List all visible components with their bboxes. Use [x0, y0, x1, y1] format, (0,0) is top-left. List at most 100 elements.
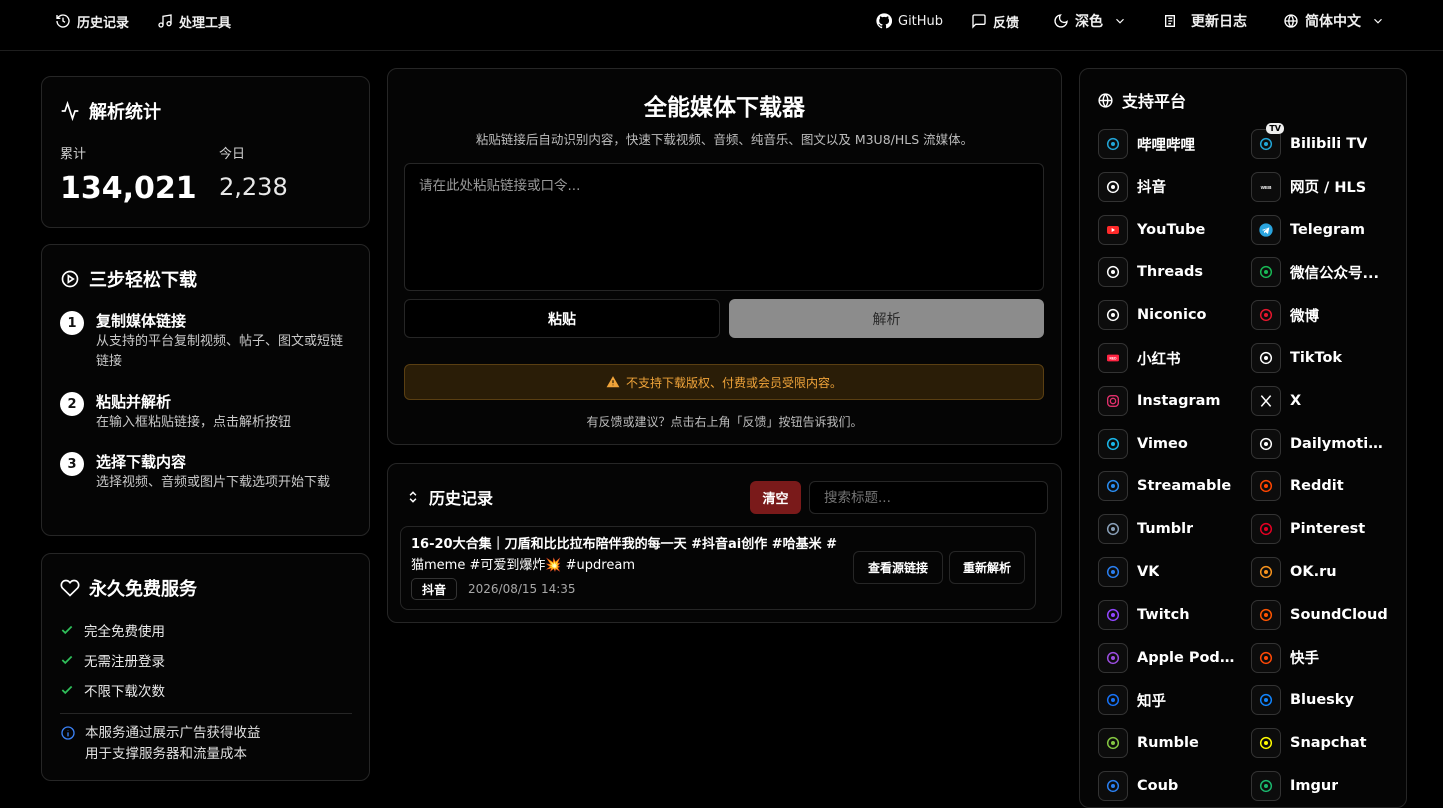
platform-name: X: [1290, 392, 1302, 409]
platform-item: 哔哩哔哩: [1098, 129, 1238, 159]
platform-icon-box: [1251, 728, 1281, 759]
platform-icon-box: [1251, 300, 1281, 331]
niconico-icon: [1106, 309, 1120, 322]
nav-tools[interactable]: 处理工具: [157, 11, 231, 31]
step-title: 复制媒体链接: [96, 312, 187, 330]
free-item-label: 完全免费使用: [84, 624, 165, 640]
nav-theme-label: 深色: [1075, 14, 1103, 30]
platform-name: Bluesky: [1290, 692, 1354, 709]
nav-history[interactable]: 历史记录: [55, 11, 129, 31]
globe-icon: [1098, 92, 1113, 108]
platform-item: 抖音: [1098, 171, 1238, 202]
web-icon: WEB: [1261, 185, 1273, 190]
platform-icon-box: [1098, 557, 1128, 587]
changelog-icon: [1165, 15, 1175, 27]
moon-icon: [1054, 14, 1068, 28]
platform-icon-box: [1251, 257, 1281, 288]
platform-item: Apple Podc...: [1098, 642, 1238, 673]
platform-name: Instagram: [1137, 392, 1221, 409]
step-number: 2: [60, 392, 84, 416]
platform-icon-box: [1098, 257, 1128, 288]
downloader-card: 全能媒体下载器 粘贴链接后自动识别内容，快速下载视频、音频、纯音乐、图文以及 M…: [387, 68, 1062, 445]
platform-icon-box: [1098, 300, 1128, 331]
link-input[interactable]: [404, 163, 1044, 291]
dailymotion-icon: [1259, 437, 1273, 450]
platform-name: VK: [1137, 564, 1160, 580]
platform-icon-box: [1251, 428, 1281, 459]
history-header-toggle[interactable]: 历史记录: [406, 485, 493, 509]
nav-tools-label: 处理工具: [179, 15, 232, 31]
nav-github[interactable]: GitHub: [876, 11, 943, 31]
platform-item: SoundCloud: [1251, 599, 1391, 630]
rumble-icon: [1106, 737, 1120, 750]
nav-theme-toggle[interactable]: 深色: [1053, 11, 1127, 31]
platform-name: Vimeo: [1137, 435, 1188, 452]
platform-name: Dailymotion: [1290, 435, 1388, 452]
imgur-icon: [1259, 779, 1273, 793]
platform-item: Tumblr: [1098, 514, 1238, 545]
platform-name: 网页 / HLS: [1290, 180, 1367, 197]
ad-note-line1: 本服务通过展示广告获得收益: [85, 725, 261, 741]
nav-changelog[interactable]: 更新日志: [1163, 11, 1247, 31]
message-square-icon: [972, 14, 986, 29]
history-item-title-line2: 猫meme #可爱到爆炸💥 #updream: [411, 558, 635, 573]
platform-name: Apple Podc...: [1137, 649, 1235, 666]
warning-banner: 不支持下载版权、付费或会员受限内容。: [404, 364, 1044, 400]
platform-name: Tumblr: [1137, 521, 1194, 538]
history-search-input[interactable]: [809, 481, 1048, 514]
stats-card: 解析统计 累计 134,021 今日 2,238: [41, 76, 370, 228]
platform-item: Instagram: [1098, 385, 1238, 416]
platform-name: 小红书: [1137, 351, 1181, 368]
platform-name: Streamable: [1137, 478, 1232, 495]
platform-item: Rumble: [1098, 728, 1238, 759]
page-title: 全能媒体下载器: [644, 95, 805, 121]
platform-item: X: [1251, 385, 1391, 416]
view-source-button[interactable]: 查看源链接: [853, 551, 943, 584]
platform-icon-box: [1251, 514, 1281, 545]
platform-item: TikTok: [1251, 343, 1391, 373]
check-icon: [61, 685, 73, 695]
platform-item: WEB 网页 / HLS: [1251, 171, 1391, 202]
nav-feedback[interactable]: 反馈: [971, 11, 1019, 31]
nav-language-select[interactable]: 简体中文: [1283, 11, 1385, 31]
chevrons-up-down-icon: [409, 491, 417, 503]
platform-name: SoundCloud: [1290, 606, 1388, 623]
play-circle-icon: [61, 270, 79, 288]
platform-icon-box: RED: [1098, 343, 1128, 373]
step-item: 2 粘贴并解析 在输入框粘贴链接，点击解析按钮: [60, 391, 354, 433]
history-card: 历史记录 清空 16-20大合集｜刀盾和比比拉布陪伴我的每一天 #抖音ai创作 …: [387, 463, 1062, 623]
platform-name: TikTok: [1290, 350, 1343, 366]
step-title: 粘贴并解析: [96, 393, 172, 411]
twitch-icon: [1106, 608, 1120, 621]
platform-item: Streamable: [1098, 471, 1238, 502]
platform-badge: TV: [1266, 123, 1284, 134]
wechat-icon: [1259, 266, 1273, 279]
bluesky-icon: [1259, 694, 1273, 707]
platform-icon-box: [1098, 428, 1128, 459]
platform-item: YouTube: [1098, 214, 1238, 245]
steps-title-text: 三步轻松下载: [89, 270, 197, 291]
reparse-button[interactable]: 重新解析: [949, 551, 1025, 584]
platform-name: OK.ru: [1290, 564, 1337, 580]
stats-title: 解析统计: [60, 98, 161, 124]
platform-name: 抖音: [1137, 180, 1166, 197]
platform-icon-box: [1251, 385, 1281, 416]
clear-history-button[interactable]: 清空: [750, 481, 801, 514]
parse-button[interactable]: 解析: [729, 299, 1044, 338]
free-item-label: 无需注册登录: [84, 654, 165, 670]
ad-note-line2: 用于支撑服务器和流量成本: [85, 746, 247, 762]
history-item-title: 16-20大合集｜刀盾和比比拉布陪伴我的每一天 #抖音ai创作 #哈基米 # 猫…: [411, 534, 851, 576]
nav-github-label: GitHub: [898, 13, 944, 29]
platform-item: Twitch: [1098, 599, 1238, 630]
step-number: 3: [60, 452, 84, 476]
free-item: 不限下载次数: [60, 680, 165, 700]
ad-note: 本服务通过展示广告获得收益 用于支撑服务器和流量成本: [60, 723, 261, 765]
platform-name: Twitch: [1137, 606, 1190, 623]
stats-today-label: 今日: [219, 147, 246, 162]
platform-name: YouTube: [1137, 221, 1206, 238]
streamable-icon: [1106, 480, 1120, 493]
bilibili-icon: [1106, 137, 1120, 151]
paste-button[interactable]: 粘贴: [404, 299, 720, 338]
free-title-text: 永久免费服务: [89, 579, 197, 600]
tumblr-icon: [1106, 523, 1120, 536]
